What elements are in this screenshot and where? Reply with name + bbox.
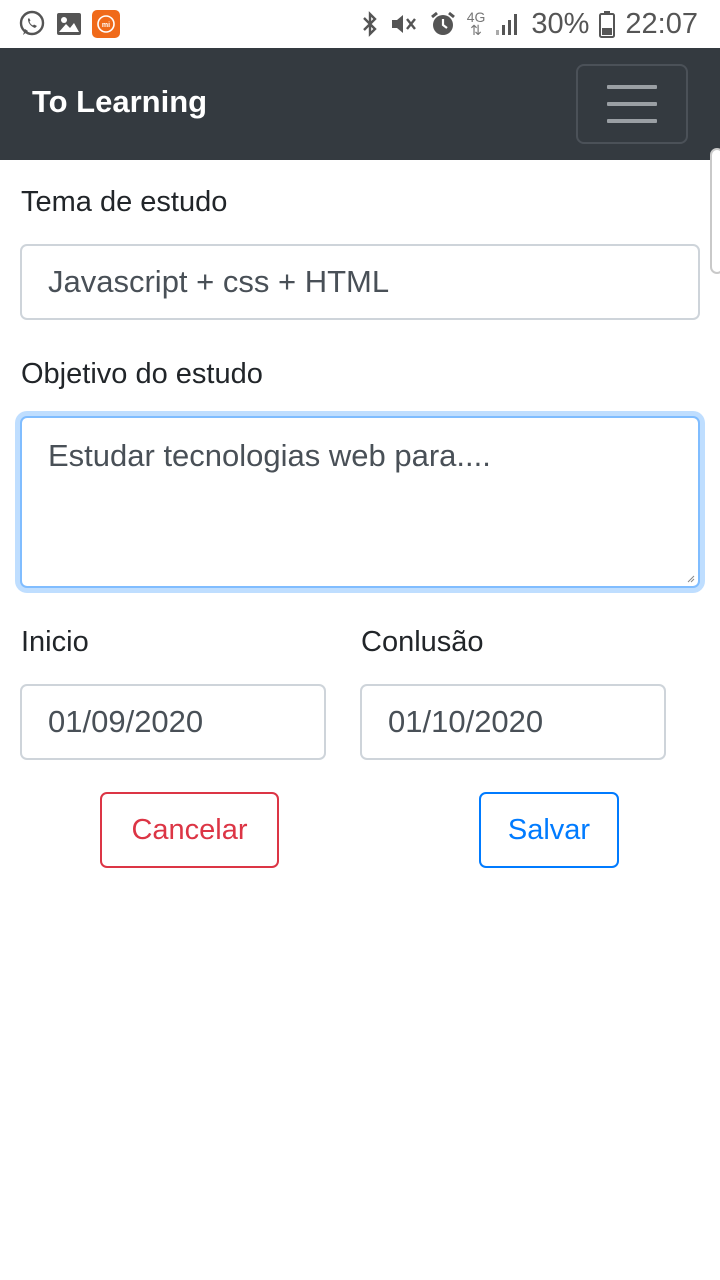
svg-text:mi: mi <box>102 22 110 29</box>
scroll-indicator <box>710 148 720 274</box>
bluetooth-icon <box>361 10 379 38</box>
objetivo-label: Objetivo do estudo <box>21 358 263 390</box>
inicio-label: Inicio <box>21 626 89 658</box>
objetivo-textarea[interactable]: Estudar tecnologias web para.... <box>20 416 700 588</box>
gallery-icon <box>56 12 82 36</box>
signal-icon <box>495 12 521 36</box>
resize-grip-icon[interactable] <box>685 573 695 583</box>
navbar-brand[interactable]: To Learning <box>32 84 207 120</box>
network-4g-icon: 4G ⇅ <box>466 9 486 38</box>
status-bar: mi 4G ⇅ 30% 22:07 <box>0 0 720 48</box>
navbar: To Learning <box>0 48 720 160</box>
tema-input[interactable]: Javascript + css + HTML <box>20 244 700 320</box>
save-button[interactable]: Salvar <box>479 792 619 868</box>
alarm-icon <box>429 10 457 38</box>
whatsapp-icon <box>18 10 46 38</box>
cancel-button[interactable]: Cancelar <box>100 792 279 868</box>
battery-icon <box>599 10 616 38</box>
menu-toggle-button[interactable] <box>576 64 688 144</box>
tema-label: Tema de estudo <box>21 186 228 218</box>
conclusao-date-input[interactable]: 01/10/2020 <box>360 684 666 760</box>
clock: 22:07 <box>625 7 698 40</box>
conclusao-label: Conlusão <box>361 626 484 658</box>
mi-icon: mi <box>92 10 120 38</box>
battery-percent: 30% <box>531 7 590 40</box>
mute-vibrate-icon <box>389 10 419 38</box>
hamburger-icon <box>607 85 657 89</box>
inicio-date-input[interactable]: 01/09/2020 <box>20 684 326 760</box>
